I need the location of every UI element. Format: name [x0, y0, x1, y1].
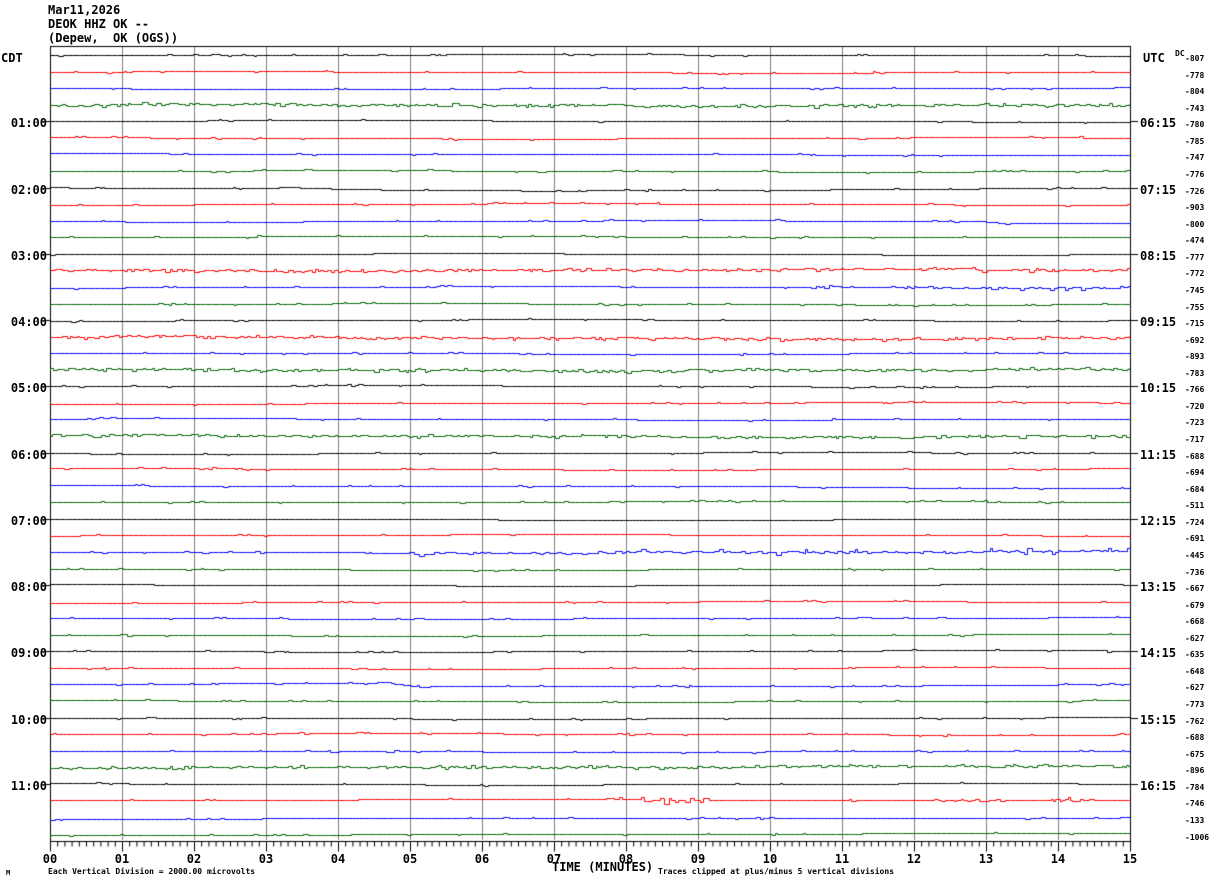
corner-mark: M — [6, 869, 11, 877]
dc-value: -766 — [1185, 385, 1205, 394]
x-tick-label: 11 — [834, 852, 850, 866]
utc-hour-label: 07:15 — [1140, 183, 1177, 197]
cdt-hour-label: 05:00 — [10, 381, 47, 395]
dc-value: -784 — [1185, 783, 1205, 792]
dc-value: -635 — [1185, 650, 1205, 659]
plot-station-location: (Depew, OK (OGS)) — [48, 31, 179, 45]
x-tick-label: 05 — [402, 852, 418, 866]
utc-hour-label: 15:15 — [1140, 713, 1177, 727]
dc-value: -762 — [1185, 717, 1205, 726]
dc-value: -903 — [1185, 203, 1205, 212]
dc-value: -804 — [1185, 87, 1205, 96]
dc-value: -780 — [1185, 120, 1205, 129]
dc-value: -736 — [1185, 568, 1205, 577]
dc-value: -1006 — [1185, 833, 1210, 842]
cdt-hour-label: 03:00 — [10, 249, 47, 263]
x-axis-title: TIME (MINUTES) — [552, 860, 654, 874]
x-tick-label: 01 — [114, 852, 130, 866]
utc-hour-label: 12:15 — [1140, 514, 1177, 528]
x-tick-label: 13 — [978, 852, 994, 866]
dc-value: -777 — [1185, 253, 1205, 262]
utc-hour-label: 08:15 — [1140, 249, 1177, 263]
cdt-hour-label: 10:00 — [10, 713, 47, 727]
x-tick-label: 12 — [906, 852, 922, 866]
x-tick-label: 04 — [330, 852, 346, 866]
dc-value: -684 — [1185, 485, 1205, 494]
dc-value: -648 — [1185, 667, 1205, 676]
dc-value: -746 — [1185, 799, 1205, 808]
utc-hour-label: 06:15 — [1140, 116, 1177, 130]
dc-value: -773 — [1185, 700, 1205, 709]
right-axis-header-utc: UTC — [1143, 51, 1165, 65]
dc-value: -726 — [1185, 187, 1205, 196]
cdt-hour-label: 11:00 — [10, 779, 47, 793]
x-tick-label: 09 — [690, 852, 706, 866]
utc-hour-label: 10:15 — [1140, 381, 1177, 395]
dc-value: -896 — [1185, 766, 1205, 775]
x-tick-label: 15 — [1122, 852, 1138, 866]
dc-value: -133 — [1185, 816, 1205, 825]
cdt-hour-label: 01:00 — [10, 116, 47, 130]
cdt-hour-label: 07:00 — [10, 514, 47, 528]
dc-value: -745 — [1185, 286, 1205, 295]
cdt-hour-label: 08:00 — [10, 580, 47, 594]
utc-hour-label: 13:15 — [1140, 580, 1177, 594]
cdt-hour-label: 06:00 — [10, 448, 47, 462]
plot-date: Mar11,2026 — [48, 3, 121, 17]
dc-value: -715 — [1185, 319, 1205, 328]
dc-value: -807 — [1185, 54, 1205, 63]
cdt-hour-label: 04:00 — [10, 315, 47, 329]
dc-value: -747 — [1185, 153, 1205, 162]
helicorder-plot — [0, 0, 1210, 886]
vertical-scale-note: Each Vertical Division = 2000.00 microvo… — [48, 867, 256, 876]
dc-value: -668 — [1185, 617, 1205, 626]
helicorder-screen: Mar11,2026 DEOK HHZ OK -- (Depew, OK (OG… — [0, 0, 1210, 886]
dc-value: -692 — [1185, 336, 1205, 345]
cdt-hour-label: 02:00 — [10, 183, 47, 197]
dc-value: -717 — [1185, 435, 1205, 444]
x-tick-label: 06 — [474, 852, 490, 866]
dc-value: -785 — [1185, 137, 1205, 146]
x-tick-label: 10 — [762, 852, 778, 866]
utc-hour-label: 16:15 — [1140, 779, 1177, 793]
utc-hour-label: 09:15 — [1140, 315, 1177, 329]
dc-value: -688 — [1185, 733, 1205, 742]
dc-value: -893 — [1185, 352, 1205, 361]
dc-value: -800 — [1185, 220, 1205, 229]
dc-value: -679 — [1185, 601, 1205, 610]
dc-value: -627 — [1185, 634, 1205, 643]
clipping-note: Traces clipped at plus/minus 5 vertical … — [658, 867, 895, 876]
cdt-hour-label: 09:00 — [10, 646, 47, 660]
dc-value: -724 — [1185, 518, 1205, 527]
dc-value: -772 — [1185, 269, 1205, 278]
utc-hour-label: 11:15 — [1140, 448, 1177, 462]
x-tick-label: 00 — [42, 852, 58, 866]
dc-value: -691 — [1185, 534, 1205, 543]
dc-value: -755 — [1185, 303, 1205, 312]
dc-value: -675 — [1185, 750, 1205, 759]
dc-value: -723 — [1185, 418, 1205, 427]
dc-value: -783 — [1185, 369, 1205, 378]
utc-hour-label: 14:15 — [1140, 646, 1177, 660]
dc-value: -445 — [1185, 551, 1205, 560]
x-tick-label: 02 — [186, 852, 202, 866]
plot-station-id: DEOK HHZ OK -- — [48, 17, 150, 31]
left-axis-header-cdt: CDT — [1, 51, 23, 65]
dc-value: -694 — [1185, 468, 1205, 477]
dc-value: -720 — [1185, 402, 1205, 411]
dc-value: -776 — [1185, 170, 1205, 179]
dc-value: -667 — [1185, 584, 1205, 593]
x-tick-label: 14 — [1050, 852, 1066, 866]
x-tick-label: 03 — [258, 852, 274, 866]
dc-value: -627 — [1185, 683, 1205, 692]
dc-value: -474 — [1185, 236, 1205, 245]
dc-column-header: DC — [1175, 49, 1185, 58]
dc-value: -688 — [1185, 452, 1205, 461]
dc-value: -743 — [1185, 104, 1205, 113]
dc-value: -778 — [1185, 71, 1205, 80]
dc-value: -511 — [1185, 501, 1205, 510]
